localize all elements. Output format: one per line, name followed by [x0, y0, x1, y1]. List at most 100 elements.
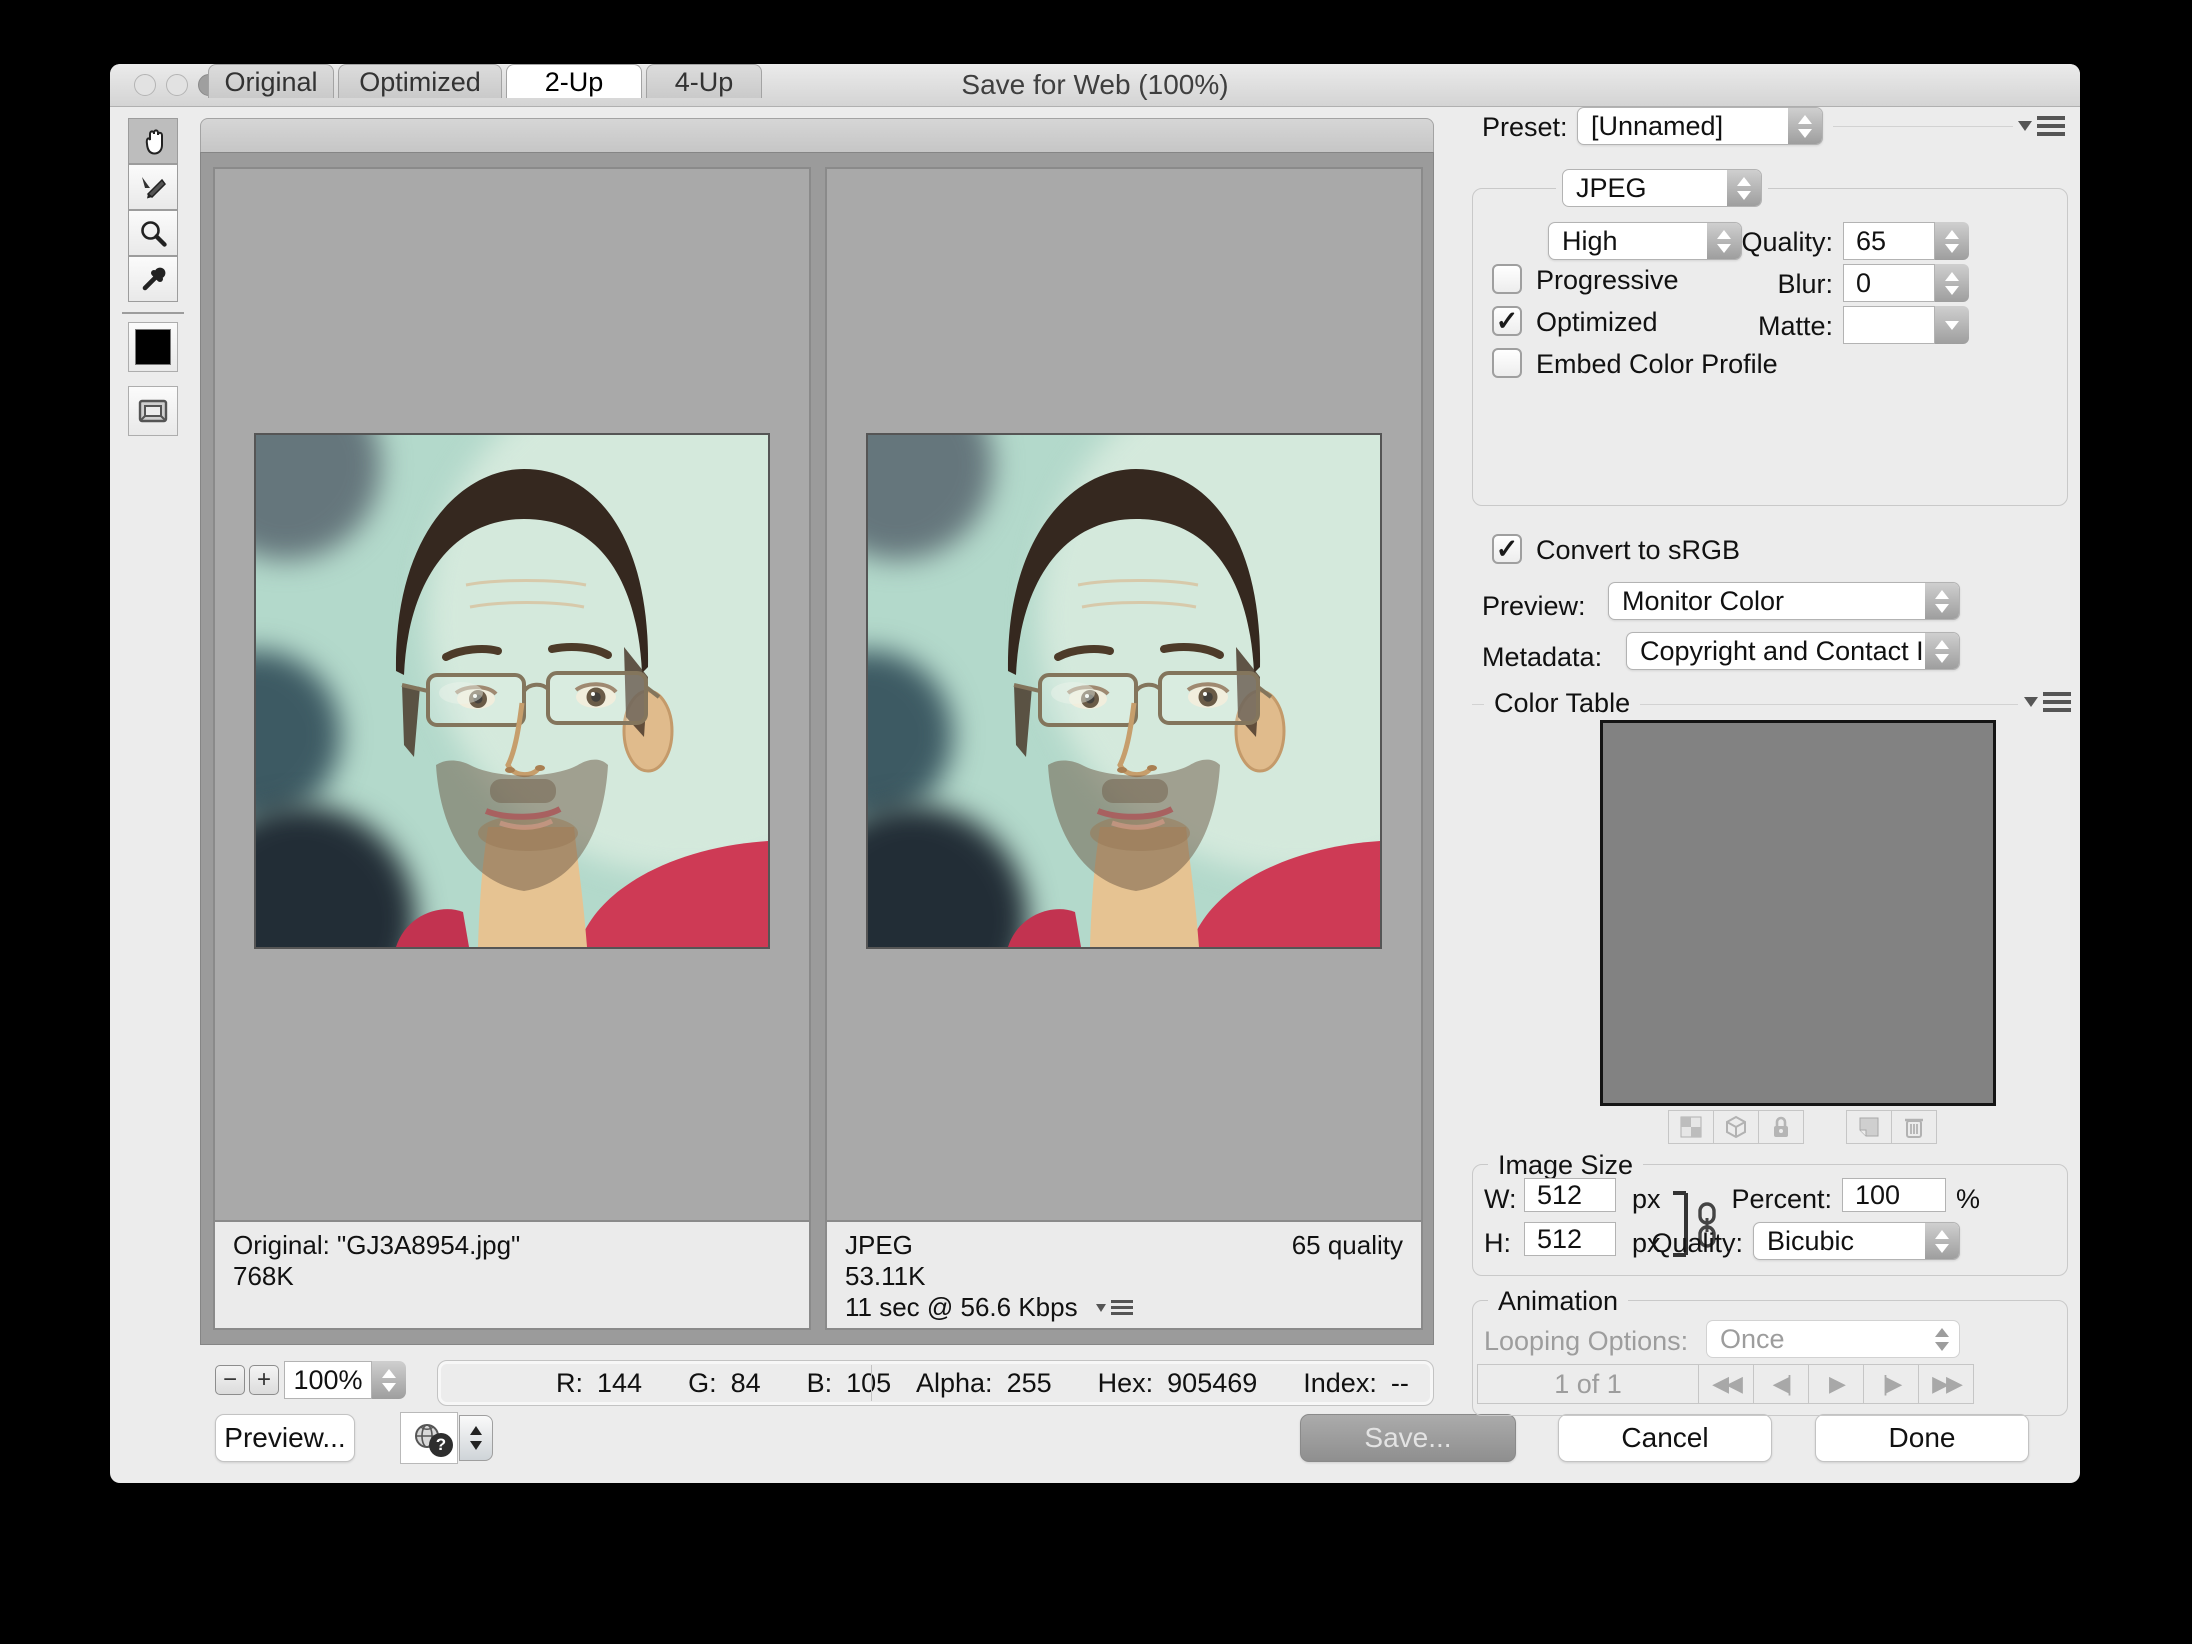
embed-color-profile-checkbox[interactable] [1492, 348, 1522, 378]
format-select[interactable]: JPEG [1562, 169, 1762, 207]
preset-menu-icon[interactable] [2018, 116, 2065, 136]
percent-label: Percent: [1710, 1184, 1832, 1215]
embed-color-profile-label: Embed Color Profile [1536, 349, 1778, 380]
hand-tool-button[interactable] [128, 118, 178, 164]
optimized-quality: 65 quality [1292, 1230, 1403, 1261]
done-button[interactable]: Done [1815, 1414, 2029, 1462]
tab-original[interactable]: Original [208, 64, 334, 98]
looping-options-label: Looping Options: [1484, 1326, 1688, 1357]
zoom-level-stepper[interactable] [372, 1361, 406, 1399]
lock-color-button[interactable] [1758, 1110, 1804, 1144]
save-button[interactable]: Save... [1300, 1414, 1516, 1462]
matte-label: Matte: [1713, 311, 1833, 342]
metadata-label: Metadata: [1482, 642, 1602, 673]
preset-select[interactable]: [Unnamed] [1577, 107, 1823, 145]
magnifier-icon [137, 217, 169, 249]
preset-value: [Unnamed] [1578, 108, 1788, 144]
zoom-in-button[interactable]: + [249, 1365, 279, 1395]
transparency-checkerboard-icon [1680, 1116, 1702, 1138]
browser-help-badge: ? [429, 1433, 453, 1457]
r-value: 144 [597, 1368, 642, 1399]
format-value: JPEG [1563, 170, 1727, 206]
convert-srgb-checkbox[interactable]: ✓ [1492, 534, 1522, 564]
height-input[interactable] [1524, 1222, 1616, 1256]
g-value: 84 [731, 1368, 761, 1399]
preview-mode-select[interactable]: Monitor Color [1608, 582, 1960, 620]
slice-select-tool-button[interactable] [128, 164, 178, 210]
preview-mode-label: Preview: [1482, 591, 1586, 622]
map-transparency-button[interactable] [1668, 1110, 1714, 1144]
new-page-icon [1858, 1116, 1880, 1138]
blur-input[interactable] [1843, 264, 1935, 302]
animation-title: Animation [1488, 1286, 1628, 1317]
browser-list-stepper[interactable] [459, 1415, 493, 1461]
eyedropper-color-swatch[interactable] [128, 322, 178, 372]
quality-stepper-icon[interactable] [1935, 222, 1969, 260]
browser-preview-select-button[interactable]: ? [400, 1412, 458, 1464]
format-stepper-icon [1727, 170, 1761, 206]
eyedropper-tool-button[interactable] [128, 256, 178, 302]
resample-quality-select[interactable]: Bicubic [1753, 1222, 1960, 1260]
metadata-stepper-icon [1925, 633, 1959, 669]
r-label: R: [556, 1368, 583, 1399]
resample-quality-value: Bicubic [1754, 1223, 1925, 1259]
download-speed-menu-icon[interactable] [1096, 1300, 1133, 1315]
preset-hairline [1833, 126, 2013, 127]
tab-4up[interactable]: 4-Up [646, 64, 762, 98]
original-preview-panel[interactable]: Original: "GJ3A8954.jpg" 768K [213, 167, 811, 1330]
width-input[interactable] [1524, 1178, 1616, 1212]
preset-label: Preset: [1482, 112, 1568, 143]
blur-stepper-icon[interactable] [1935, 264, 1969, 302]
new-color-button[interactable] [1846, 1110, 1892, 1144]
tab-2up[interactable]: 2-Up [506, 64, 642, 98]
width-unit: px [1632, 1184, 1661, 1215]
previous-frame-button: ◀| [1753, 1365, 1808, 1403]
current-color-swatch [135, 329, 171, 365]
tab-optimized[interactable]: Optimized [338, 64, 502, 98]
original-filename: Original: "GJ3A8954.jpg" [233, 1230, 791, 1261]
last-frame-button: ▶▶ [1918, 1365, 1973, 1403]
web-shift-button[interactable] [1713, 1110, 1759, 1144]
percent-unit: % [1956, 1184, 1980, 1215]
color-table-menu-icon[interactable] [2018, 692, 2077, 712]
hex-value: 905469 [1167, 1368, 1257, 1399]
frame-counter: 1 of 1 [1478, 1365, 1698, 1403]
metadata-select[interactable]: Copyright and Contact Info [1626, 632, 1960, 670]
save-for-web-dialog: Save for Web (100%) [110, 64, 2080, 1483]
zoom-level-field[interactable] [284, 1361, 372, 1399]
optimized-preview-panel[interactable]: JPEG 65 quality 53.11K 11 sec @ 56.6 Kbp… [825, 167, 1423, 1330]
color-table-grid[interactable] [1600, 720, 1996, 1106]
optimized-image-area[interactable] [827, 169, 1421, 1220]
optimized-filesize: 53.11K [845, 1261, 1403, 1292]
preview-in-browser-button[interactable]: Preview... [215, 1414, 355, 1462]
progressive-checkbox[interactable] [1492, 264, 1522, 294]
quality-input[interactable] [1843, 222, 1935, 260]
toggle-slices-visibility-button[interactable] [128, 386, 178, 436]
preview-mode-stepper-icon [1925, 583, 1959, 619]
matte-dropdown-icon[interactable] [1935, 306, 1969, 344]
animation-frame-bar: 1 of 1 ◀◀ ◀| ▶ |▶ ▶▶ [1477, 1364, 1974, 1404]
lock-icon [1769, 1115, 1793, 1139]
image-size-title: Image Size [1488, 1150, 1643, 1181]
optimized-info-bar: JPEG 65 quality 53.11K 11 sec @ 56.6 Kbp… [827, 1220, 1421, 1328]
matte-input[interactable] [1843, 306, 1935, 344]
index-label: Index: [1303, 1368, 1377, 1399]
delete-color-button[interactable] [1891, 1110, 1937, 1144]
convert-srgb-label: Convert to sRGB [1536, 535, 1740, 566]
alpha-label: Alpha: [916, 1368, 993, 1399]
original-image-area[interactable] [215, 169, 809, 1220]
cube-icon [1724, 1115, 1748, 1139]
cancel-button[interactable]: Cancel [1558, 1414, 1772, 1462]
color-table-toolbar-2 [1846, 1110, 1937, 1144]
eyedropper-icon [137, 263, 169, 295]
percent-input[interactable] [1842, 1178, 1946, 1212]
blur-label: Blur: [1713, 269, 1833, 300]
looping-options-stepper-icon [1925, 1321, 1959, 1357]
color-table-toolbar-1 [1668, 1110, 1804, 1144]
zoom-tool-button[interactable] [128, 210, 178, 256]
looping-options-value: Once [1707, 1321, 1925, 1357]
preview-tabstrip [200, 118, 1434, 152]
optimized-checkbox[interactable]: ✓ [1492, 306, 1522, 336]
zoom-out-button[interactable]: − [215, 1365, 245, 1395]
original-info-bar: Original: "GJ3A8954.jpg" 768K [215, 1220, 809, 1328]
